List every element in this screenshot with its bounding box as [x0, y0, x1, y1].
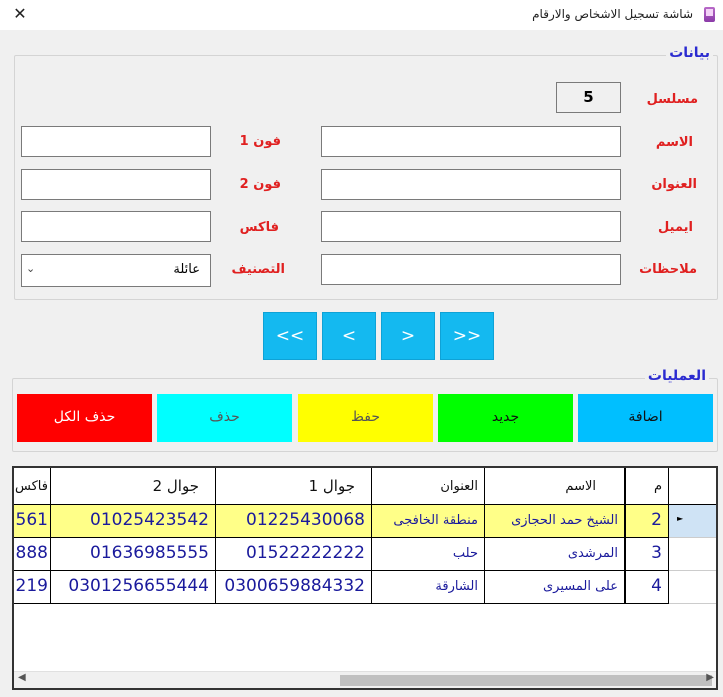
next-record-button[interactable]: >: [381, 312, 435, 360]
cell-mobile1[interactable]: 01225430068: [216, 505, 372, 538]
main-window: ✕ شاشة تسجيل الاشخاص والارقام بيانات مسل…: [0, 0, 723, 697]
row-header-corner: [669, 468, 716, 505]
email-label: ايميل: [658, 220, 693, 235]
scroll-right-icon[interactable]: ▶: [706, 672, 714, 683]
address-label: العنوان: [651, 177, 697, 192]
cell-fax[interactable]: 561: [14, 505, 51, 538]
fax-label: فاكس: [239, 220, 279, 235]
column-header-mobile2[interactable]: جوال 2: [51, 468, 216, 505]
scrollbar-thumb[interactable]: [340, 675, 712, 686]
last-record-button[interactable]: >>: [440, 312, 494, 360]
scroll-left-icon[interactable]: ◀: [18, 672, 26, 683]
category-select[interactable]: عائلة ⌄: [21, 254, 211, 287]
notes-input[interactable]: [321, 254, 621, 285]
row-selector[interactable]: [669, 571, 716, 604]
row-selector[interactable]: [669, 538, 716, 571]
phone2-input[interactable]: [21, 169, 211, 200]
horizontal-scrollbar[interactable]: ◀ ▶: [14, 671, 716, 688]
first-record-button[interactable]: <<: [263, 312, 317, 360]
phone1-label: فون 1: [239, 134, 281, 149]
column-header-mobile1[interactable]: جوال 1: [216, 468, 372, 505]
close-icon[interactable]: ✕: [10, 4, 30, 24]
column-header-fax[interactable]: فاكس: [14, 468, 51, 505]
name-label: الاسم: [655, 135, 693, 150]
delete-button[interactable]: حذف: [157, 394, 292, 442]
row-selector[interactable]: ►: [669, 505, 716, 538]
cell-mobile2[interactable]: 0301256655444: [51, 571, 216, 604]
cell-address[interactable]: الشارقة: [372, 571, 485, 604]
window-title: شاشة تسجيل الاشخاص والارقام: [532, 7, 693, 21]
column-header-address[interactable]: العنوان: [372, 468, 485, 505]
cell-mobile2[interactable]: 01025423542: [51, 505, 216, 538]
name-input[interactable]: [321, 126, 621, 157]
address-input[interactable]: [321, 169, 621, 200]
column-header-m[interactable]: م: [625, 468, 669, 505]
delete-all-button[interactable]: حذف الكل: [17, 394, 152, 442]
current-row-marker-icon: ►: [677, 514, 684, 523]
cell-fax[interactable]: 219: [14, 571, 51, 604]
cell-m[interactable]: 3: [625, 538, 669, 571]
cell-m[interactable]: 4: [625, 571, 669, 604]
serial-value: 5: [556, 82, 621, 113]
add-button[interactable]: اضافة: [578, 394, 713, 442]
cell-name[interactable]: المرشدى: [485, 538, 625, 571]
cell-name[interactable]: الشيخ حمد الحجازى: [485, 505, 625, 538]
data-group-legend: بيانات: [666, 45, 713, 61]
phone1-input[interactable]: [21, 126, 211, 157]
cell-m[interactable]: 2: [625, 505, 669, 538]
cell-address[interactable]: حلب: [372, 538, 485, 571]
column-header-name[interactable]: الاسم: [485, 468, 625, 505]
cell-name[interactable]: على المسيرى: [485, 571, 625, 604]
cell-address[interactable]: منطقة الخافجى: [372, 505, 485, 538]
serial-label: مسلسل: [646, 92, 698, 107]
prev-record-button[interactable]: <: [322, 312, 376, 360]
chevron-down-icon[interactable]: ⌄: [26, 262, 35, 275]
category-selected-value: عائلة: [173, 262, 200, 277]
phone-book-icon: [704, 7, 715, 22]
cell-mobile2[interactable]: 01636985555: [51, 538, 216, 571]
new-button[interactable]: جديد: [438, 394, 573, 442]
cell-mobile1[interactable]: 01522222222: [216, 538, 372, 571]
records-grid[interactable]: م الاسم العنوان جوال 1 جوال 2 فاكس ► 2 ا…: [12, 466, 718, 690]
cell-mobile1[interactable]: 0300659884332: [216, 571, 372, 604]
title-bar: ✕ شاشة تسجيل الاشخاص والارقام: [0, 0, 723, 30]
operations-group-legend: العمليات: [644, 368, 709, 384]
category-label: التصنيف: [231, 262, 285, 277]
cell-fax[interactable]: 888: [14, 538, 51, 571]
email-input[interactable]: [321, 211, 621, 242]
notes-label: ملاحظات: [639, 262, 697, 277]
save-button[interactable]: حفظ: [298, 394, 433, 442]
fax-input[interactable]: [21, 211, 211, 242]
phone2-label: فون 2: [239, 177, 281, 192]
